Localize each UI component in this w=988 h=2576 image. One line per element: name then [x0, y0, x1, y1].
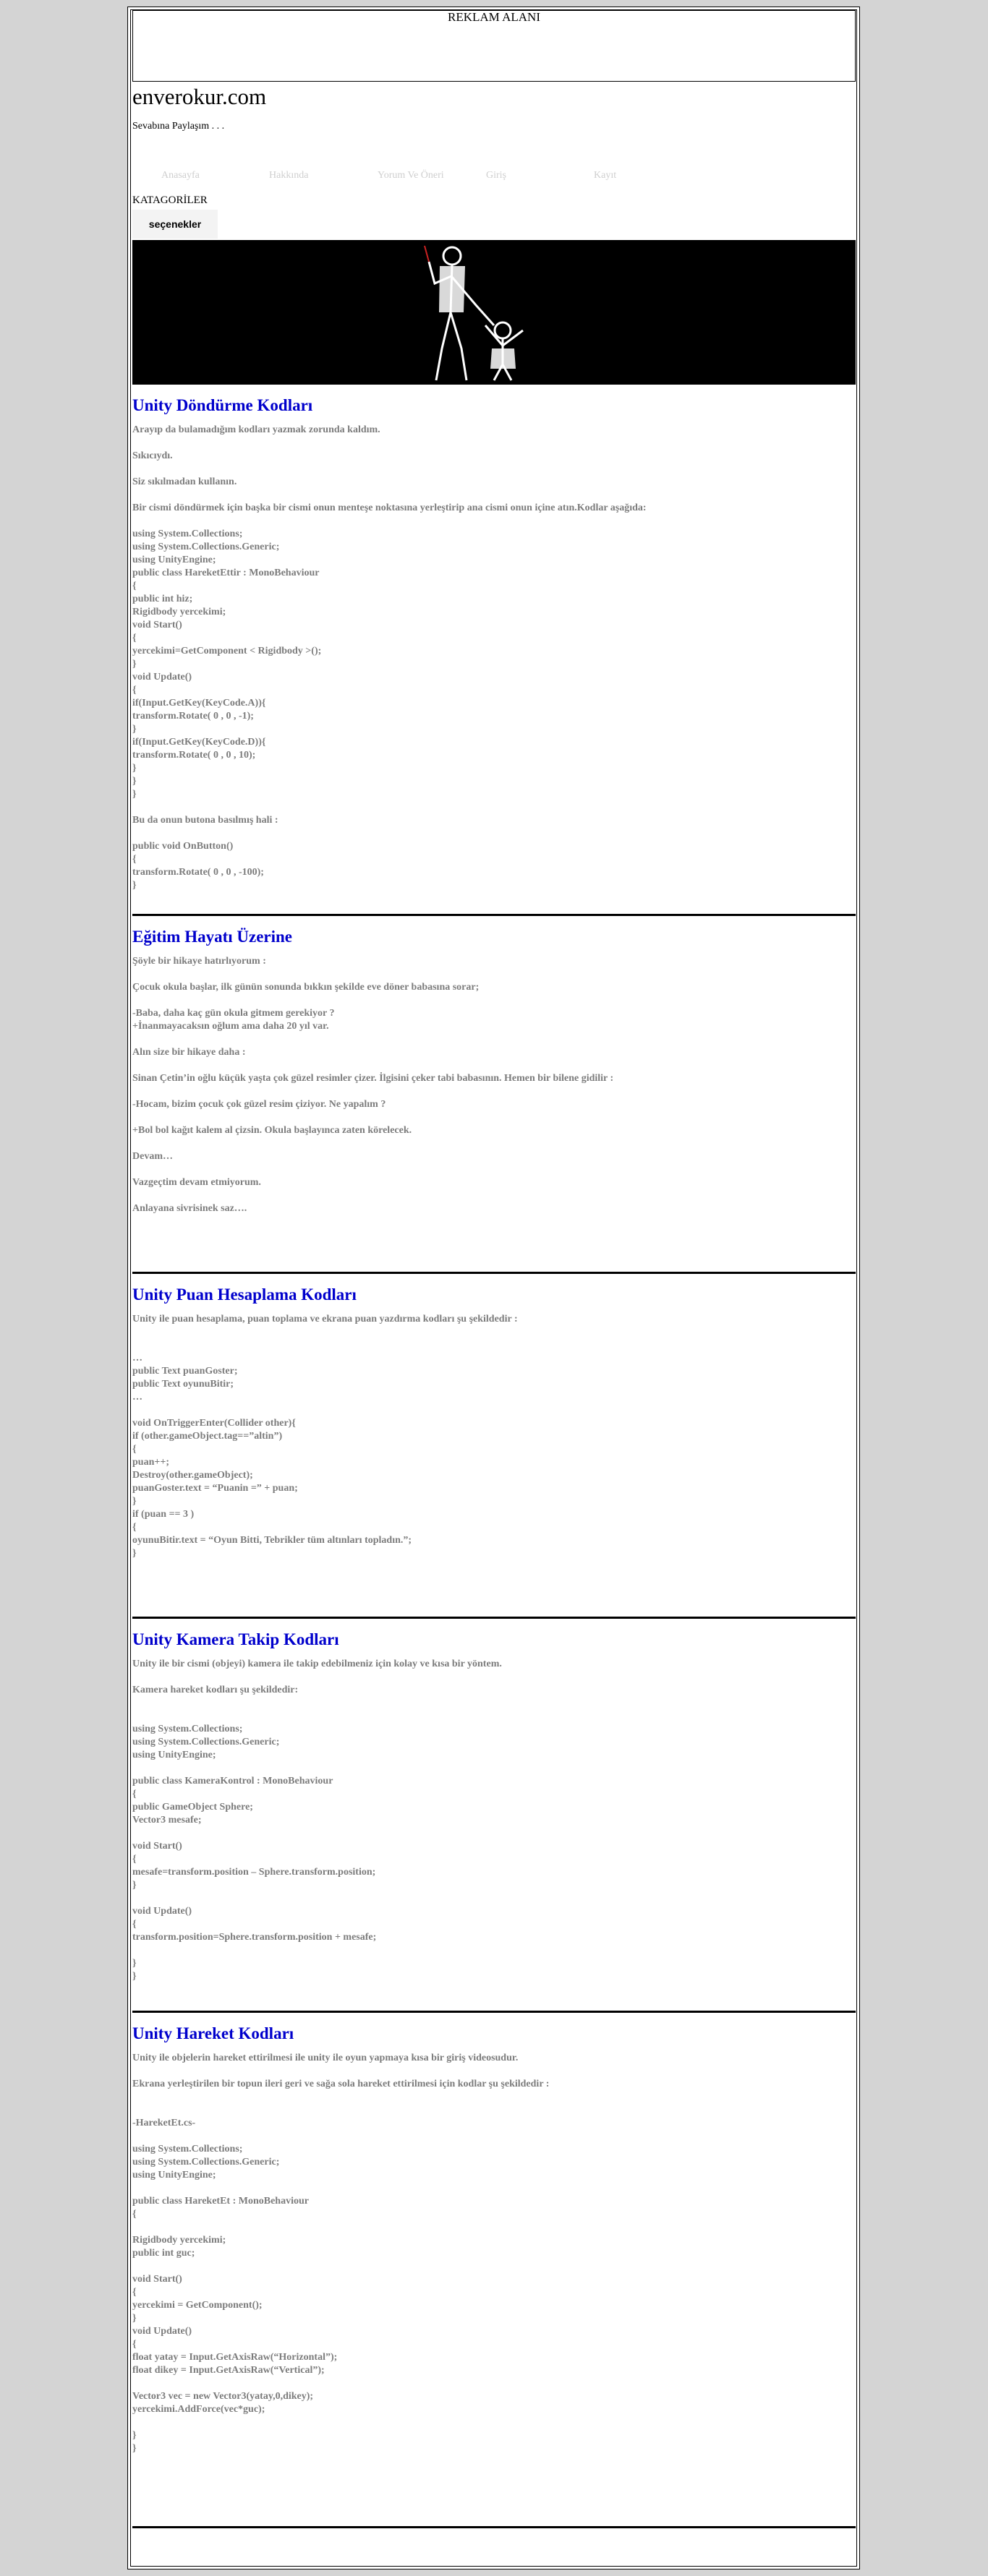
post-paragraph: Arayıp da bulamadığım kodları yazmak zor… [132, 424, 380, 435]
post-paragraph: Unity ile objelerin hareket ettirilmesi … [132, 2053, 519, 2063]
post-title[interactable]: Unity Puan Hesaplama Kodları [132, 1285, 856, 1304]
ad-area[interactable]: REKLAM ALANI [132, 10, 856, 82]
post-divider [132, 2011, 856, 2013]
post-spacer [132, 2468, 856, 2512]
post-divider [132, 914, 856, 916]
post-body: Unity ile puan hesaplama, puan toplama v… [132, 1313, 856, 1560]
post-paragraph: Sinan Çetin’in oğlu küçük yaşta çok güze… [132, 1073, 614, 1084]
nav-login[interactable]: Giriş [486, 170, 506, 181]
post-body: Unity ile objelerin hareket ettirilmesi … [132, 2052, 856, 2455]
nav-about[interactable]: Hakkında [269, 170, 308, 181]
post-article: Unity Döndürme Kodları Arayıp da bulamadı… [132, 396, 856, 914]
post-title[interactable]: Unity Hareket Kodları [132, 2024, 856, 2043]
post-code-block: using System.Collections; using System.C… [132, 1724, 377, 1982]
post-body: Unity ile bir cismi (objeyi) kamera ile … [132, 1658, 856, 1983]
post-paragraph: Sıkıcıydı. [132, 450, 173, 461]
post-title[interactable]: Unity Kamera Takip Kodları [132, 1630, 856, 1649]
nav-feedback[interactable]: Yorum Ve Öneri [378, 170, 444, 181]
post-spacer [132, 1228, 856, 1272]
page-frame: REKLAM ALANI enverokur.com Sevabına Payl… [127, 7, 860, 2569]
site-slogan: Sevabına Paylaşım . . . [132, 121, 225, 132]
post-paragraph: Unity ile bir cismi (objeyi) kamera ile … [132, 1659, 502, 1669]
post-divider [132, 1617, 856, 1619]
post-title[interactable]: Unity Döndürme Kodları [132, 396, 856, 415]
post-code-block: … public Text puanGoster; public Text oy… [132, 1353, 412, 1559]
post-paragraph: Siz sıkılmadan kullanın. [132, 476, 237, 487]
post-paragraph: Ekrana yerleştirilen bir topun ileri ger… [132, 2079, 550, 2089]
banner-figures-image [132, 240, 856, 385]
post-paragraph: Bir cismi döndürmek için başka bir cismi… [132, 502, 647, 513]
post-divider [132, 1272, 856, 1274]
post-paragraph: +Bol bol kağıt kalem al çizsin. Okula ba… [132, 1125, 412, 1136]
post-spacer [132, 905, 856, 914]
post-paragraph: Devam… [132, 1151, 173, 1162]
post-code-block: -Baba, daha kaç gün okula gitmem gerekiy… [132, 1008, 335, 1032]
options-button[interactable]: seçenekler [132, 210, 218, 239]
post-paragraph: -Hocam, bizim çocuk çok güzel resim çizi… [132, 1099, 386, 1110]
post-code-block: using System.Collections; using System.C… [132, 529, 322, 800]
post-article: Unity Puan Hesaplama Kodları Unity ile pu… [132, 1272, 856, 1617]
post-paragraph: Anlayana sivrisinek saz…. [132, 1203, 247, 1214]
nav-home[interactable]: Anasayfa [161, 170, 200, 181]
post-code-block: public void OnButton() { transform.Rotat… [132, 841, 264, 891]
post-spacer [132, 1996, 856, 2011]
post-title[interactable]: Eğitim Hayatı Üzerine [132, 928, 856, 946]
categories-heading: KATAGORİLER [132, 194, 208, 206]
posts-list: Unity Döndürme Kodları Arayıp da bulamadı… [132, 396, 856, 2528]
post-paragraph: Çocuk okula başlar, ilk günün sonunda bı… [132, 982, 480, 993]
main-nav: Anasayfa Hakkında Yorum Ve Öneri Giriş K… [132, 161, 856, 190]
post-paragraph: Bu da onun butona basılmış hali : [132, 815, 278, 826]
header-banner [132, 240, 856, 385]
post-paragraph: Vazgeçtim devam etmiyorum. [132, 1177, 261, 1188]
post-paragraph: Şöyle bir hikaye hatırlıyorum : [132, 956, 266, 967]
site-title[interactable]: enverokur.com [132, 85, 856, 109]
page-content: REKLAM ALANI enverokur.com Sevabına Payl… [132, 10, 856, 2528]
post-article: Unity Kamera Takip Kodları Unity ile bir … [132, 1617, 856, 2011]
post-paragraph: Alın size bir hikaye daha : [132, 1047, 246, 1058]
post-article: Eğitim Hayatı Üzerine Şöyle bir hikaye ha… [132, 914, 856, 1272]
post-body: Şöyle bir hikaye hatırlıyorum : Çocuk oku… [132, 955, 856, 1215]
post-paragraph: Unity ile puan hesaplama, puan toplama v… [132, 1314, 518, 1325]
post-code-block: -HareketEt.cs- using System.Collections;… [132, 2118, 338, 2454]
post-divider [132, 2526, 856, 2528]
post-article: Unity Hareket Kodları Unity ile objelerin… [132, 2011, 856, 2512]
post-body: Arayıp da bulamadığım kodları yazmak zor… [132, 424, 856, 892]
nav-register[interactable]: Kayıt [594, 170, 616, 181]
post-paragraph: Kamera hareket kodları şu şekildedir: [132, 1685, 299, 1695]
post-spacer [132, 1573, 856, 1617]
ad-label: REKLAM ALANI [448, 10, 540, 24]
